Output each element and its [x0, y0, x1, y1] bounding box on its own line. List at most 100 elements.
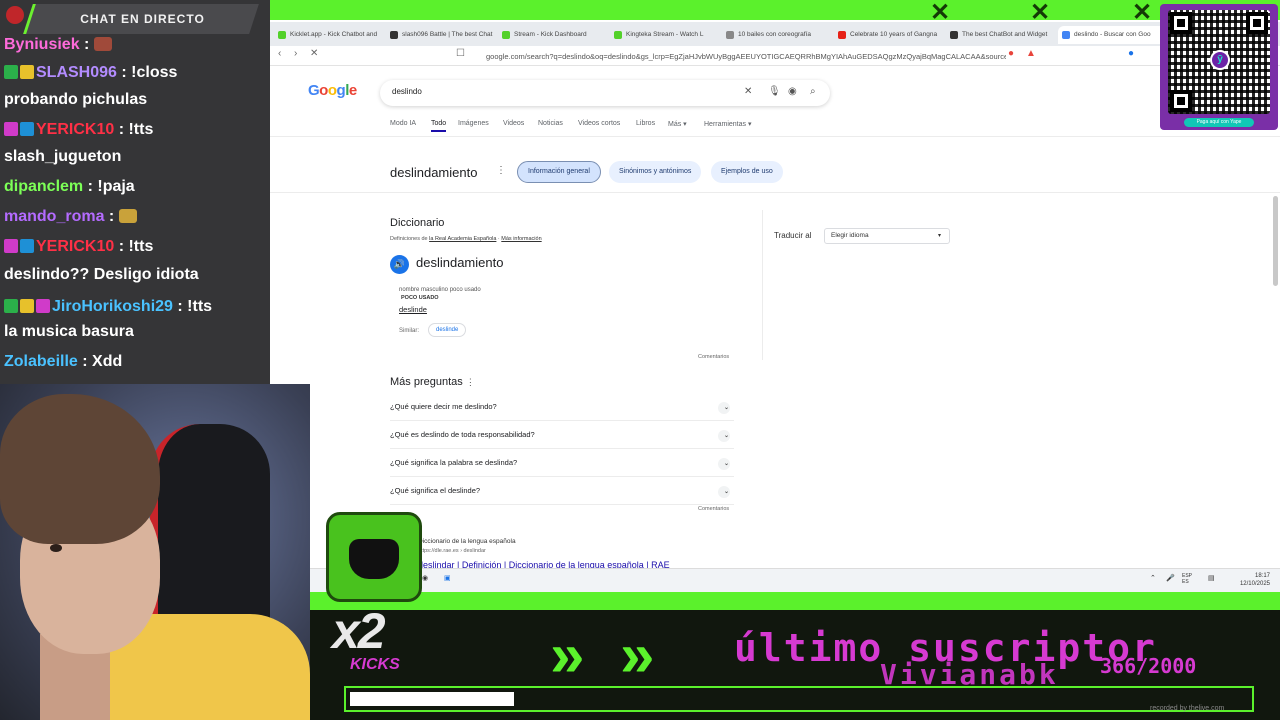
comments-link[interactable]: Comentarios — [698, 354, 729, 360]
dictionary-source: Definiciones de la Real Academia Español… — [390, 236, 542, 242]
browser-window: ✕ ✕ ✕ Kicklet.app - Kick Chatbot and slas… — [270, 0, 1280, 570]
search-box[interactable]: deslindo ✕ 🎙 ◉ ⌕ — [380, 80, 830, 106]
profile-icon[interactable]: ● — [1128, 48, 1134, 59]
bookmark-icon[interactable]: ☐ — [456, 48, 465, 59]
chat-username[interactable]: YERICK10 — [36, 238, 114, 255]
chat-text: : — [79, 36, 94, 53]
speaker-icon[interactable]: 🔊 — [390, 255, 409, 274]
search-nav-item[interactable]: Más ▾ — [668, 120, 687, 128]
browser-tab[interactable]: Celebrate 10 years of Gangna — [834, 26, 944, 44]
chevron-down-icon[interactable]: ⌄ — [718, 458, 738, 470]
chat-message: mando_roma : — [4, 206, 137, 228]
qr-finder — [1246, 12, 1268, 34]
result-source: Diccionario de la lengua española — [418, 538, 516, 545]
kicks-multiplier: x2 — [332, 603, 386, 659]
warning-icon[interactable]: ▲ — [1026, 48, 1036, 59]
search-input[interactable]: deslindo — [392, 87, 422, 96]
chevron-down-icon[interactable]: ⌄ — [718, 430, 738, 442]
browser-tab[interactable]: Kicklet.app - Kick Chatbot and — [274, 26, 384, 44]
tray-chevron-icon[interactable]: ⌃ — [1150, 574, 1156, 582]
chat-username[interactable]: Byniusiek — [4, 36, 80, 53]
app-icon[interactable]: ◉ — [422, 574, 428, 582]
question-text: ¿Qué significa el deslinde? — [390, 486, 481, 495]
chat-username[interactable]: SLASH096 — [36, 64, 117, 81]
dropdown-caret-icon: ▾ — [937, 233, 941, 239]
extension-icon[interactable]: ● — [1008, 48, 1014, 59]
browser-tab[interactable]: Stream - Kick Dashboard — [498, 26, 608, 44]
user-badge-icon — [4, 65, 18, 79]
search-nav-item[interactable]: Videos — [503, 120, 524, 127]
browser-tab[interactable]: The best ChatBot and Widget — [946, 26, 1056, 44]
microphone-icon[interactable]: 🎙 — [768, 86, 781, 97]
topic-chip[interactable]: Ejemplos de uso — [711, 161, 783, 183]
browser-tab[interactable]: deslindo - Buscar con Goo — [1058, 26, 1168, 44]
topic-chip[interactable]: Sinónimos y antónimos — [609, 161, 702, 183]
language-select[interactable]: Elegir idioma ▾ — [824, 228, 950, 244]
favicon-icon — [390, 31, 398, 39]
search-nav-item[interactable]: Libros — [636, 120, 655, 127]
translate-label: Traducir al — [774, 231, 812, 240]
more-options-icon[interactable]: ⋮ — [466, 377, 475, 387]
question-item[interactable]: ¿Qué significa el deslinde? ⌄ — [390, 481, 738, 505]
qr-finder — [1170, 12, 1192, 34]
url-field[interactable]: google.com/search?q=deslindo&oq=deslindo… — [486, 50, 1006, 63]
search-icon[interactable]: ⌕ — [810, 86, 816, 97]
webcam-feed — [0, 384, 310, 720]
address-bar: ‹ › ✕ ☐ google.com/search?q=deslindo&oq=… — [270, 46, 1280, 66]
usage-tag: POCO USADO — [401, 295, 439, 301]
clock-time: 18:17 — [1254, 573, 1270, 579]
browser-tab[interactable]: slash096 Battle | The best Chat — [386, 26, 496, 44]
browser-tab[interactable]: Kingteka Stream - Watch L — [610, 26, 720, 44]
search-nav-item[interactable]: Videos cortos — [578, 120, 620, 127]
user-badge-icon — [4, 122, 18, 136]
chat-username[interactable]: Zolabeille — [4, 353, 78, 370]
reload-icon[interactable]: ✕ — [310, 48, 318, 59]
more-options-icon[interactable]: ⋮ — [496, 165, 506, 176]
clock[interactable]: 18:17 12/10/2025 — [1240, 572, 1270, 588]
topic-chip[interactable]: Información general — [517, 161, 601, 183]
definition-link[interactable]: deslinde — [399, 305, 427, 314]
app-icon[interactable]: ▣ — [444, 574, 451, 582]
favicon-icon — [838, 31, 846, 39]
tab-label: Kicklet.app - Kick Chatbot and — [290, 31, 378, 38]
wifi-icon[interactable]: ▤ — [1208, 574, 1215, 582]
watermark: recorded by thelive.com — [1150, 705, 1225, 712]
user-badge-icon — [20, 299, 34, 313]
chat-message: probando pichulas — [4, 89, 147, 111]
chat-text: slash_jugueton — [4, 148, 122, 165]
chat-username[interactable]: YERICK10 — [36, 121, 114, 138]
similar-label: Similar: — [399, 328, 420, 334]
question-item[interactable]: ¿Qué es deslindo de toda responsabilidad… — [390, 425, 738, 449]
rae-link[interactable]: la Real Academia Española — [429, 236, 496, 242]
chat-username[interactable]: mando_roma — [4, 208, 104, 225]
back-icon[interactable]: ‹ — [278, 48, 281, 59]
divider — [270, 192, 1280, 193]
search-nav-item[interactable]: Herramientas ▾ — [704, 120, 751, 128]
more-info-link[interactable]: Más información — [501, 236, 541, 242]
lens-icon[interactable]: ◉ — [788, 86, 797, 97]
chat-username[interactable]: dipanclem — [4, 178, 83, 195]
chevron-down-icon[interactable]: ⌄ — [718, 486, 738, 498]
question-item[interactable]: ¿Qué quiere decir me deslindo? ⌄ — [390, 397, 738, 421]
search-nav-item[interactable]: Todo — [431, 120, 447, 132]
scrollbar[interactable] — [1273, 196, 1278, 286]
chat-text: deslindo?? Desligo idiota — [4, 266, 199, 283]
chat-text: : — [104, 208, 119, 225]
clear-icon[interactable]: ✕ — [744, 86, 752, 97]
chat-username[interactable]: JiroHorikoshi29 — [52, 298, 173, 315]
browser-tab[interactable]: 10 bailes con coreografía — [722, 26, 832, 44]
language-indicator[interactable]: ESP ES — [1182, 573, 1192, 585]
search-nav-item[interactable]: Imágenes — [458, 120, 489, 127]
forward-icon[interactable]: › — [294, 48, 297, 59]
chevron-down-icon[interactable]: ⌄ — [718, 402, 738, 414]
question-item[interactable]: ¿Qué significa la palabra se deslinda? ⌄ — [390, 453, 738, 477]
mic-icon[interactable]: 🎤 — [1166, 574, 1175, 582]
similar-chip[interactable]: deslinde — [428, 323, 467, 337]
tab-label: Stream - Kick Dashboard — [514, 31, 587, 38]
google-logo[interactable]: Google — [308, 82, 357, 99]
subscriber-progress-bar — [344, 686, 1254, 712]
chat-message: Zolabeille : Xdd — [4, 351, 122, 373]
search-nav-item[interactable]: Modo IA — [390, 120, 416, 127]
search-nav-item[interactable]: Noticias — [538, 120, 563, 127]
comments-link[interactable]: Comentarios — [698, 506, 729, 512]
